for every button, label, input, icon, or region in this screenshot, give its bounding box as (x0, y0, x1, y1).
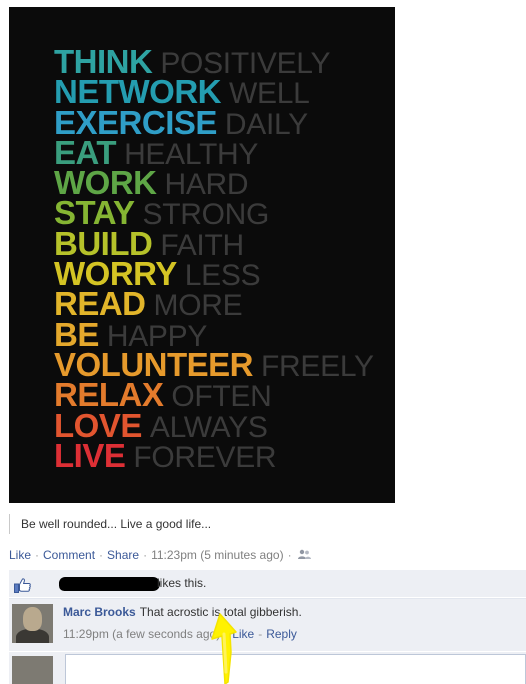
like-link[interactable]: Like (9, 548, 31, 562)
comment-author[interactable]: Marc Brooks (63, 605, 136, 619)
poster-word-light: STRONG (142, 198, 270, 232)
thumbs-up-icon (14, 576, 31, 593)
comment-body: Marc Brooks That acrostic is total gibber… (63, 605, 302, 619)
poster-word-light: DAILY (224, 107, 308, 141)
comment-meta: 11:29pm (a few seconds ago) · Like - Reply (63, 627, 297, 641)
facebook-post: THINK POSITIVELY NETWORK WELL EXERCISE DAILY E… (0, 0, 526, 684)
separator: · (143, 548, 148, 562)
post-image[interactable]: THINK POSITIVELY NETWORK WELL EXERCISE DAILY E… (9, 7, 395, 503)
dash-separator: - (258, 627, 263, 641)
post-caption: Be well rounded... Live a good life... (9, 514, 211, 534)
people-icon[interactable] (297, 548, 311, 559)
post-timestamp[interactable]: 11:23pm (5 minutes ago) (151, 548, 284, 562)
poster-word-light: OFTEN (171, 380, 272, 414)
poster-word-light: WELL (228, 77, 310, 111)
poster-word-light: HARD (164, 168, 249, 202)
poster-word-light: ALWAYS (149, 410, 268, 444)
avatar (12, 656, 53, 684)
comment: Marc Brooks That acrostic is total gibber… (9, 598, 526, 651)
comment-input[interactable] (65, 654, 526, 684)
avatar-face (23, 607, 42, 631)
poster-word-light: FREELY (261, 349, 374, 383)
separator: · (35, 548, 40, 562)
separator: · (99, 548, 104, 562)
poster-text-lines: THINK POSITIVELY NETWORK WELL EXERCISE DAILY E… (54, 45, 374, 474)
comment-timestamp[interactable]: 11:29pm (a few seconds ago) (63, 627, 220, 641)
poster-line: READ MORE (54, 287, 374, 323)
poster-word-light: FOREVER (133, 440, 277, 474)
post-action-bar: Like · Comment · Share · 11:23pm (5 minutes ag… (9, 547, 311, 563)
poster-line: LIVE FOREVER (54, 439, 374, 474)
comment-like-link[interactable]: Like (232, 627, 254, 641)
poster-word-light: LESS (184, 259, 261, 293)
separator: · (224, 627, 229, 641)
comment-text: That acrostic is total gibberish. (139, 605, 302, 619)
likes-text: likes this. (157, 576, 207, 590)
avatar-body (16, 629, 49, 643)
poster-word-bold: LIVE (54, 436, 126, 474)
poster-word-light: MORE (153, 289, 243, 323)
share-link[interactable]: Share (107, 548, 139, 562)
comment-link[interactable]: Comment (43, 548, 95, 562)
likes-summary: likes this. (9, 570, 526, 597)
redacted-name (59, 577, 160, 591)
write-comment-row (9, 652, 526, 684)
avatar[interactable] (12, 604, 53, 643)
comment-reply-link[interactable]: Reply (266, 627, 297, 641)
separator: · (287, 548, 292, 562)
